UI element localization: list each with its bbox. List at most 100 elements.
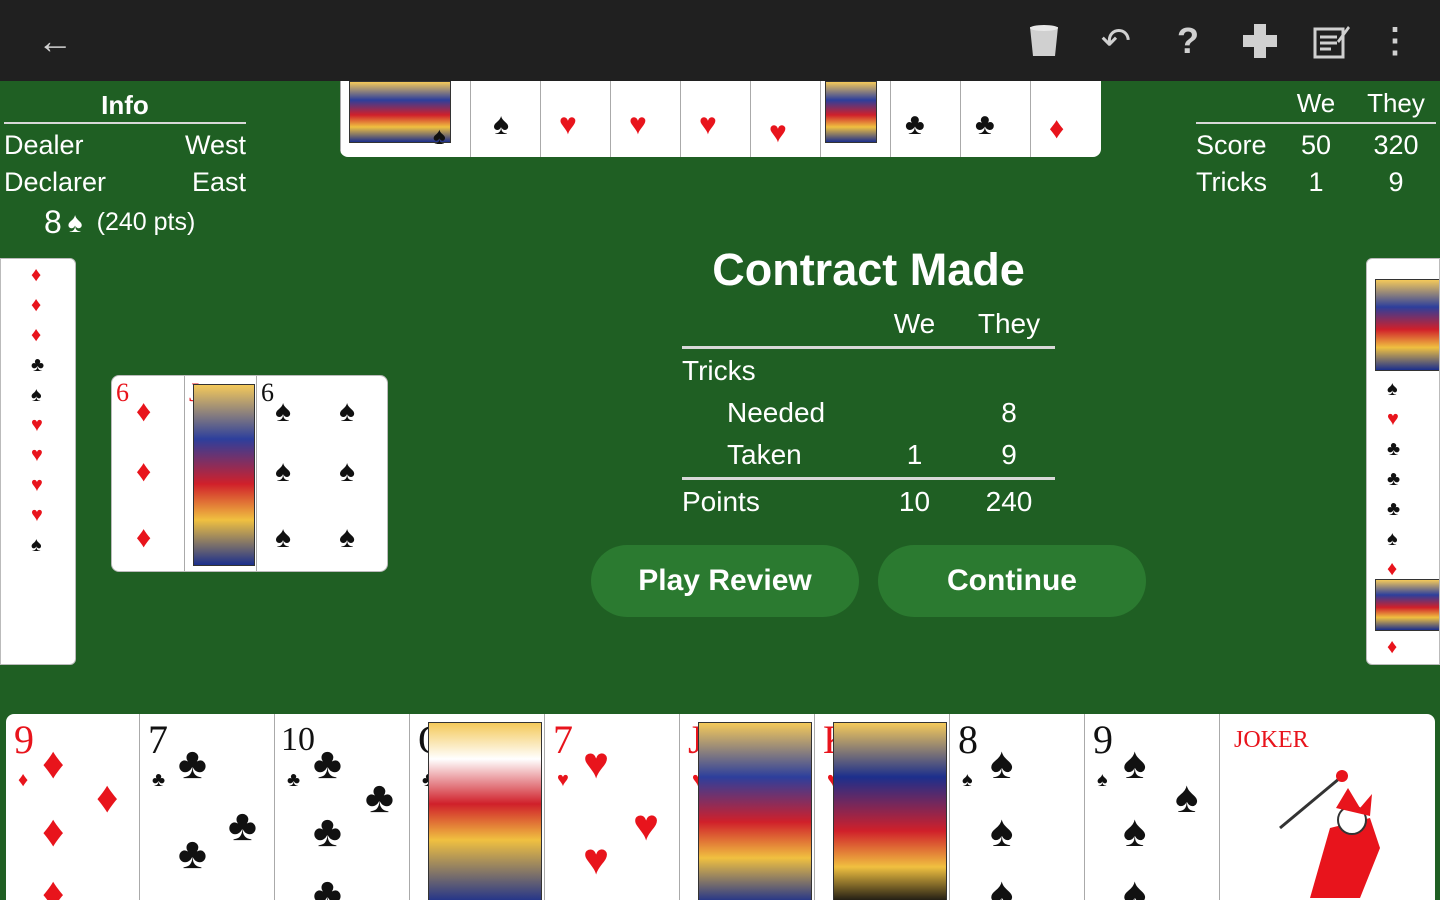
club-icon: ♣ — [365, 773, 394, 822]
spade-icon: ♠ — [990, 869, 1014, 900]
continue-button[interactable]: Continue — [878, 545, 1146, 617]
club-icon: ♣ — [1387, 468, 1401, 490]
points-we: 10 — [898, 486, 931, 517]
north-card — [820, 81, 890, 157]
north-card: ♣ — [960, 81, 1030, 157]
club-icon: ♣ — [313, 739, 342, 788]
club-icon: ♣ — [178, 829, 207, 878]
south-hand: 9 ♦ ♦ ♦ ♦ ♦ 7 ♣ ♣ ♣ ♣ 10 ♣ ♣ ♣ ♣ ♣ Q ♣ 7… — [6, 714, 1435, 900]
north-card: ♥ — [750, 81, 820, 157]
north-card: ♣ — [890, 81, 960, 157]
north-card: ♥ — [610, 81, 680, 157]
hand-card-7-hearts[interactable]: 7 ♥ ♥ ♥ ♥ — [544, 714, 680, 900]
spade-icon: ♠ — [31, 384, 42, 406]
play-review-button[interactable]: Play Review — [591, 545, 859, 617]
more-vert-icon[interactable]: ⋮ — [1378, 18, 1412, 64]
diamond-icon: ♦ — [31, 324, 42, 346]
result-title: Contract Made — [712, 244, 1025, 295]
trick-card-jack-diamonds: J — [184, 376, 257, 571]
club-icon: ♣ — [31, 354, 45, 376]
hand-card-8-spades[interactable]: 8 ♠ ♠ ♠ ♠ — [949, 714, 1085, 900]
heart-icon: ♥ — [31, 414, 43, 436]
joker-figure-icon — [1270, 768, 1390, 898]
club-icon: ♣ — [313, 869, 342, 900]
heart-icon: ♥ — [699, 108, 717, 141]
spade-icon: ♠ — [493, 108, 509, 141]
spade-icon: ♠ — [339, 395, 355, 428]
app-toolbar: ← ↶ ? ⋮ — [0, 0, 1440, 81]
tricks-we: 1 — [1308, 167, 1324, 197]
north-card: ♥ — [540, 81, 610, 157]
hand-card-10-clubs[interactable]: 10 ♣ ♣ ♣ ♣ ♣ — [274, 714, 410, 900]
diamond-icon: ♦ — [136, 455, 152, 488]
hand-card-9-spades[interactable]: 9 ♠ ♠ ♠ ♠ ♠ — [1084, 714, 1220, 900]
score-they-header: They — [1367, 88, 1425, 118]
spade-icon: ♠ — [31, 534, 42, 556]
taken-we: 1 — [906, 439, 923, 470]
north-hand: ♠ ♠ ♥ ♥ ♥ ♥ ♣ ♣ ♦ — [340, 81, 1101, 157]
needed-they: 8 — [1001, 397, 1017, 428]
spade-icon: ♠ — [67, 206, 83, 238]
hand-card-jack-hearts[interactable]: J ♥ — [679, 714, 815, 900]
contract-summary: 8 ♠ (240 pts) — [44, 204, 195, 241]
taken-label: Taken — [727, 439, 802, 470]
scoresheet-icon[interactable] — [1310, 18, 1354, 64]
heart-icon: ♥ — [31, 444, 43, 466]
tricks-row: Tricks 1 9 — [1196, 167, 1436, 201]
club-icon: ♣ — [905, 108, 925, 141]
club-icon: ♣ — [228, 801, 257, 850]
tricks-they: 9 — [1388, 167, 1404, 197]
score-we: 50 — [1300, 130, 1332, 160]
help-icon[interactable]: ? — [1166, 18, 1210, 64]
diamond-icon: ♦ — [31, 294, 42, 316]
dealer-row: Dealer West — [4, 130, 246, 161]
heart-icon: ♥ — [559, 108, 577, 141]
heart-icon: ♥ — [583, 739, 610, 788]
taken-they: 9 — [1001, 439, 1017, 470]
hand-card-7-clubs[interactable]: 7 ♣ ♣ ♣ ♣ — [139, 714, 275, 900]
spade-icon: ♠ — [275, 521, 291, 554]
tricks-label: Tricks — [1196, 167, 1267, 197]
spade-icon: ♠ — [1123, 739, 1147, 788]
hand-card-queen-clubs[interactable]: Q ♣ — [409, 714, 545, 900]
diamond-icon: ♦ — [1049, 112, 1065, 145]
spade-icon: ♠ — [1387, 378, 1398, 400]
score-header: We They — [1196, 88, 1436, 124]
undo-icon[interactable]: ↶ — [1094, 18, 1138, 64]
result-needed-row: Needed 8 — [682, 397, 1055, 435]
hand-card-9-diamonds[interactable]: 9 ♦ ♦ ♦ ♦ ♦ — [6, 714, 139, 900]
back-arrow-icon[interactable]: ← — [32, 18, 78, 64]
dealer-value: West — [184, 130, 246, 160]
dealer-label: Dealer — [4, 130, 84, 160]
spade-icon: ♠ — [339, 455, 355, 488]
club-icon: ♣ — [975, 108, 995, 141]
spade-icon: ♠ — [275, 455, 291, 488]
diamond-icon: ♦ — [96, 773, 119, 822]
trash-icon[interactable] — [1022, 18, 1066, 64]
heart-icon: ♥ — [31, 504, 43, 526]
club-icon: ♣ — [1387, 438, 1401, 460]
points-label: Points — [682, 486, 760, 517]
trick-card-6-spades: 6 ♠ ♠ ♠ ♠ ♠ ♠ — [256, 376, 387, 571]
result-points-row: Points 10 240 — [682, 486, 1055, 524]
hand-card-joker[interactable]: JOKER — [1219, 714, 1435, 900]
info-title: Info — [4, 90, 246, 124]
contract-points: (240 pts) — [96, 208, 196, 236]
spade-icon: ♠ — [1123, 807, 1147, 856]
heart-icon: ♥ — [1387, 408, 1399, 430]
club-icon: ♣ — [178, 739, 207, 788]
club-icon: ♣ — [313, 807, 342, 856]
spade-icon: ♠ — [990, 807, 1014, 856]
declarer-value: East — [191, 167, 246, 197]
hand-card-king-hearts[interactable]: K ♥ — [814, 714, 950, 900]
trick-card-6-diamonds: 6 ♦ ♦ ♦ — [112, 376, 184, 571]
east-hand: ♠ ♥ ♣ ♣ ♣ ♠ ♦ ♦ — [1366, 258, 1440, 665]
result-we-header: We — [893, 308, 936, 339]
heart-icon: ♥ — [633, 801, 660, 850]
spade-icon: ♠ — [275, 395, 291, 428]
spade-icon: ♠ — [1175, 773, 1199, 822]
score-row: Score 50 320 — [1196, 130, 1436, 164]
points-they: 240 — [985, 486, 1033, 517]
diamond-icon: ♦ — [136, 395, 152, 428]
gamepad-icon[interactable] — [1238, 18, 1282, 64]
